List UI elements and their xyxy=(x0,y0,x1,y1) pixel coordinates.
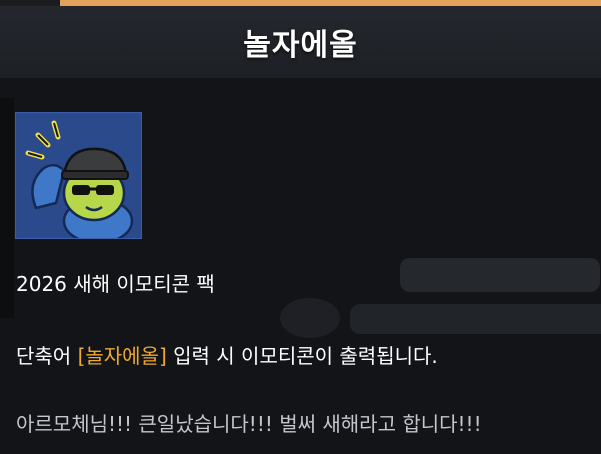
tooltip-panel: 놀자에올 2026 새해 이모티콘 팩 단축어 [놀자에올] 입력 시 이모티콘… xyxy=(0,0,601,454)
shortcut-description: 단축어 [놀자에올] 입력 시 이모티콘이 출력됩니다. xyxy=(16,340,438,369)
background-edge xyxy=(0,98,14,318)
flavor-text: 아르모체님!!! 큰일났습니다!!! 벌써 새해라고 합니다!!! xyxy=(16,412,482,436)
background-shape xyxy=(350,304,601,334)
tooltip-body: 2026 새해 이모티콘 팩 단축어 [놀자에올] 입력 시 이모티콘이 출력됩… xyxy=(0,78,601,454)
emoticon-character-icon xyxy=(15,112,142,239)
pack-name: 2026 새해 이모티콘 팩 xyxy=(16,272,215,296)
background-shape xyxy=(400,258,600,292)
shortcut-suffix: 입력 시 이모티콘이 출력됩니다. xyxy=(166,344,438,368)
background-shape xyxy=(280,298,340,338)
shortcut-prefix: 단축어 xyxy=(16,344,78,368)
title-bar: 놀자에올 xyxy=(0,6,601,78)
item-title: 놀자에올 xyxy=(243,28,358,63)
shortcut-keyword: [놀자에올] xyxy=(77,344,167,368)
